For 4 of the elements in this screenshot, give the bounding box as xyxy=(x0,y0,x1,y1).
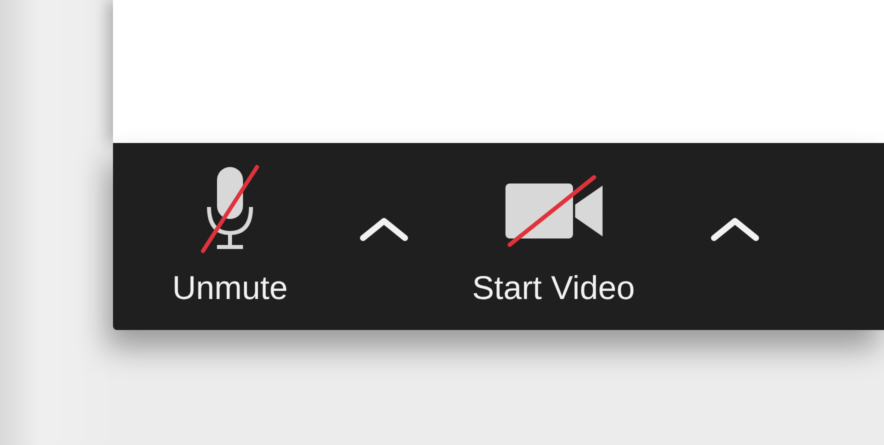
caret-icon[interactable] xyxy=(358,216,410,242)
video-button[interactable]: Start Video xyxy=(446,160,661,307)
audio-button[interactable]: Unmute xyxy=(150,160,310,307)
caret-icon[interactable] xyxy=(709,216,761,242)
